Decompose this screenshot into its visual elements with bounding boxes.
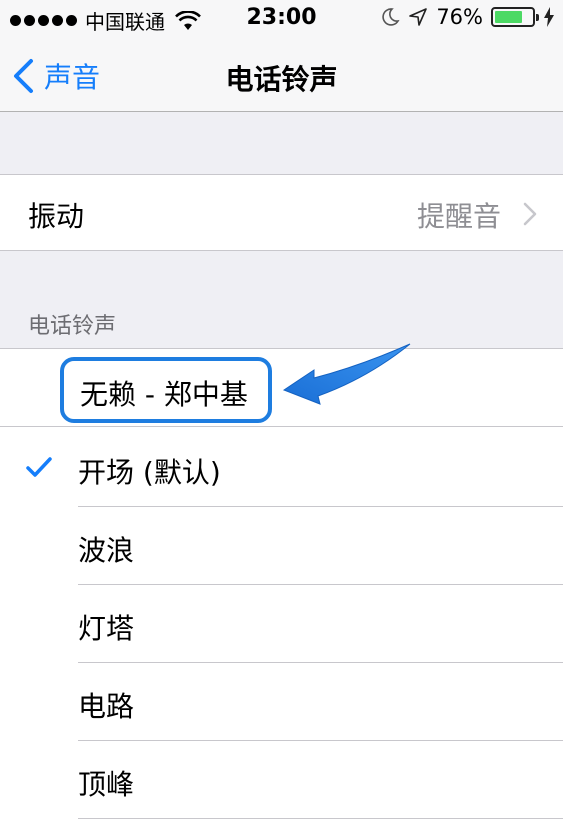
battery-icon — [491, 7, 539, 27]
battery-level-fill — [495, 11, 523, 23]
ringtone-item[interactable]: 顶峰 — [0, 741, 563, 819]
ringtone-item[interactable]: 电路 — [0, 663, 563, 741]
vibration-label: 振动 — [28, 200, 85, 233]
ringtone-list: 无赖 - 郑中基 开场 (默认) 波浪 灯塔 电路 顶峰 — [0, 348, 563, 820]
vibration-value: 提醒音 — [416, 200, 501, 233]
section-header-ringtones: 电话铃声 — [28, 314, 117, 339]
row-separator — [78, 818, 563, 819]
ringtone-label: 开场 (默认) — [78, 456, 221, 489]
ringtone-label: 波浪 — [78, 534, 135, 567]
ringtone-label: 灯塔 — [78, 612, 135, 645]
ringtone-item[interactable]: 灯塔 — [0, 585, 563, 663]
annotation-arrow-icon — [282, 343, 411, 405]
navigation-bar: 声音 电话铃声 — [0, 38, 563, 112]
status-bar: 中国联通 23:00 76% — [0, 0, 563, 38]
ringtone-label: 顶峰 — [78, 768, 135, 801]
page-title: 电话铃声 — [225, 63, 338, 96]
battery-percent: 76% — [436, 5, 483, 29]
location-icon — [409, 8, 428, 26]
row-separator — [0, 426, 563, 427]
moon-icon — [382, 8, 400, 26]
annotation-highlight-box: 无赖 - 郑中基 — [60, 357, 272, 423]
ringtone-item[interactable]: 波浪 — [0, 507, 563, 585]
vibration-cell[interactable]: 振动 提醒音 — [0, 174, 563, 251]
checkmark-icon — [26, 457, 52, 477]
ringtone-item[interactable]: 开场 (默认) — [0, 429, 563, 507]
chevron-right-icon — [523, 202, 537, 226]
ringtone-label: 电路 — [78, 690, 135, 723]
ringtone-custom-label: 无赖 - 郑中基 — [80, 378, 248, 411]
status-right: 76% — [380, 5, 555, 29]
charging-bolt-icon — [544, 7, 554, 27]
